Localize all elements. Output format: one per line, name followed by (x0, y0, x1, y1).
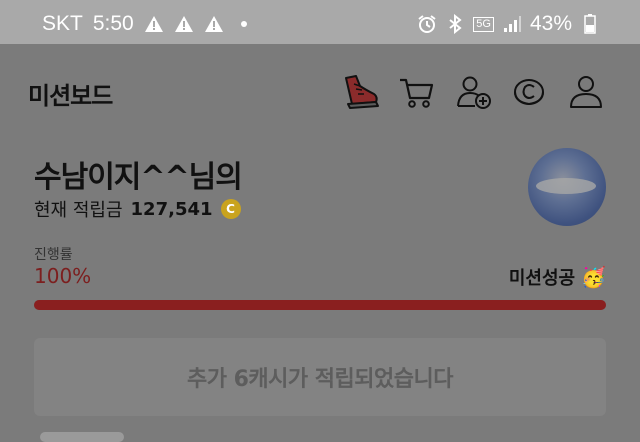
app-bar: 미션보드 (0, 44, 640, 140)
warning-icon (174, 14, 194, 34)
time-label: 5:50 (92, 12, 134, 35)
reward-notice-text: 추가 6캐시가 적립되었습니다 (186, 367, 454, 392)
shoe-icon[interactable] (340, 72, 380, 112)
avatar[interactable] (528, 148, 606, 226)
status-right: 5G 43% (417, 12, 600, 36)
signal-icon (502, 14, 522, 34)
points-row: 현재 적립금 127,541 C (34, 196, 241, 222)
progress-bar (34, 300, 606, 310)
status-bar: SKT 5:50 5G 43% (0, 0, 640, 44)
user-greeting: 수남이지^^님의 (34, 160, 243, 195)
points-label: 현재 적립금 (34, 200, 123, 221)
carrier-label: SKT (42, 12, 83, 35)
warning-icon (144, 14, 164, 34)
points-value: 127,541 (130, 198, 213, 220)
avatar-image (536, 178, 596, 194)
coin-c-icon[interactable] (510, 72, 550, 112)
add-friend-icon[interactable] (454, 72, 494, 112)
coin-icon: C (220, 199, 241, 219)
mission-status-text: 미션성공 (508, 268, 576, 289)
progress-value: 100% (34, 264, 92, 288)
profile-icon[interactable] (566, 72, 606, 112)
notification-dot-icon (234, 14, 254, 34)
battery-icon (580, 14, 600, 34)
app-title: 미션보드 (28, 82, 113, 110)
list-item-peek (40, 432, 124, 442)
bluetooth-icon (445, 14, 465, 34)
warning-icon (204, 14, 224, 34)
battery-percent: 43% (529, 12, 572, 35)
progress-label: 진행률 (34, 247, 73, 263)
status-left: SKT 5:50 (42, 12, 254, 36)
mission-status: 미션성공 🥳 (509, 264, 606, 290)
network-type-label: 5G (473, 16, 494, 32)
cart-icon[interactable] (396, 72, 436, 112)
alarm-icon (417, 14, 437, 34)
progress-bar-fill (34, 300, 606, 310)
reward-notice[interactable]: 추가 6캐시가 적립되었습니다 (34, 338, 606, 416)
party-icon: 🥳 (581, 265, 606, 289)
